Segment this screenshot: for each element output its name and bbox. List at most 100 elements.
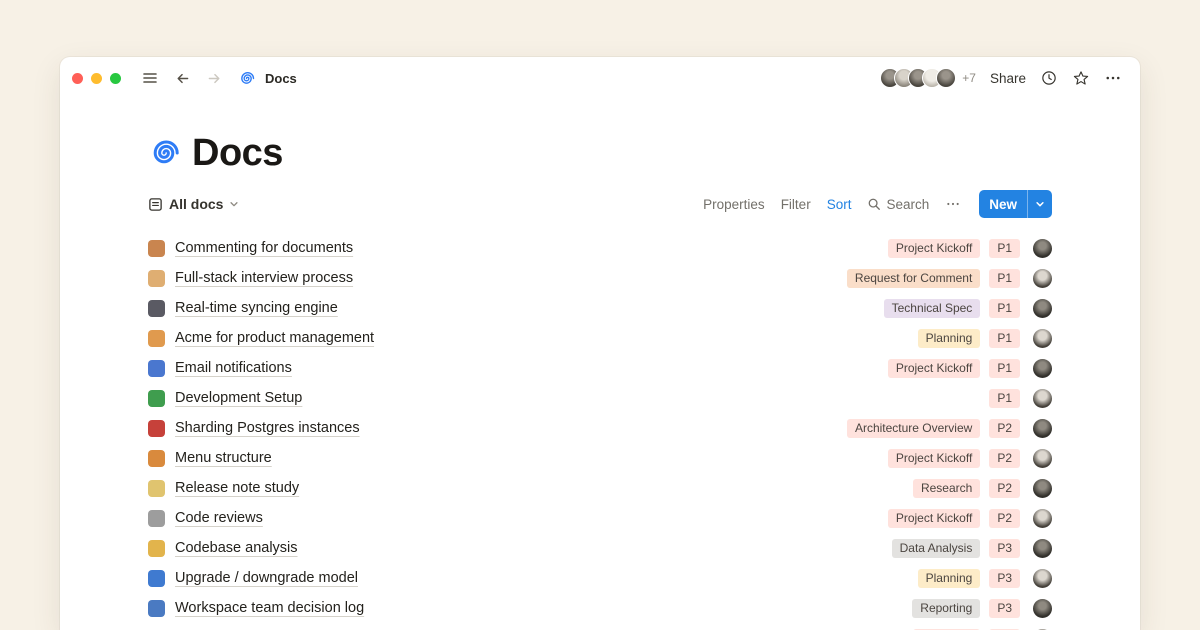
doc-row[interactable]: Release note study Research P2 bbox=[148, 473, 1052, 503]
doc-priority-pill: P3 bbox=[989, 599, 1020, 618]
double-bars-emoji bbox=[148, 510, 165, 527]
doc-priority-pill: P3 bbox=[989, 539, 1020, 558]
doc-row[interactable]: Real-time syncing engine Technical Spec … bbox=[148, 293, 1052, 323]
doc-title-link[interactable]: Real-time syncing engine bbox=[175, 300, 338, 316]
new-dropdown-chevron-icon[interactable] bbox=[1028, 199, 1052, 209]
ledger-book-emoji bbox=[148, 600, 165, 617]
doc-title-link[interactable]: Full-stack interview process bbox=[175, 270, 353, 286]
doc-owner-avatar bbox=[1033, 449, 1052, 468]
doc-title-link[interactable]: Development Setup bbox=[175, 390, 302, 406]
doc-tag-pill: Project Kickoff bbox=[888, 449, 980, 468]
sort-button[interactable]: Sort bbox=[827, 197, 852, 212]
doc-row[interactable]: Commenting for documents Project Kickoff… bbox=[148, 233, 1052, 263]
doc-owner-avatar bbox=[1033, 269, 1052, 288]
doc-priority-pill: P1 bbox=[989, 269, 1020, 288]
doc-title-link[interactable]: Release note study bbox=[175, 480, 299, 496]
app-window: Docs +7 Share bbox=[60, 57, 1140, 630]
doc-row[interactable]: Performance feedback Research P3 bbox=[148, 623, 1052, 630]
collaborator-avatar bbox=[936, 68, 956, 88]
doc-tag-pill: Planning bbox=[918, 329, 981, 348]
properties-button[interactable]: Properties bbox=[703, 197, 765, 212]
doc-priority-pill: P1 bbox=[989, 329, 1020, 348]
forward-icon[interactable] bbox=[205, 69, 223, 87]
view-switcher[interactable]: All docs bbox=[148, 196, 239, 212]
chevron-down-icon bbox=[229, 199, 239, 209]
doc-title-link[interactable]: Email notifications bbox=[175, 360, 292, 376]
spiral-page-icon bbox=[148, 137, 180, 169]
doc-tag-pill: Research bbox=[913, 479, 980, 498]
toolbar-more-icon[interactable] bbox=[945, 196, 961, 212]
doc-title-link[interactable]: Commenting for documents bbox=[175, 240, 353, 256]
doc-title-link[interactable]: Workspace team decision log bbox=[175, 600, 364, 616]
search-button[interactable]: Search bbox=[867, 197, 929, 212]
sidebar-menu-icon[interactable] bbox=[141, 69, 159, 87]
memo-emoji bbox=[148, 480, 165, 497]
updates-clock-icon[interactable] bbox=[1040, 69, 1058, 87]
doc-tag-pill: Project Kickoff bbox=[888, 509, 980, 528]
doc-title-link[interactable]: Menu structure bbox=[175, 450, 272, 466]
doc-priority-pill: P2 bbox=[989, 449, 1020, 468]
doc-tag-pill: Project Kickoff bbox=[888, 359, 980, 378]
more-options-icon[interactable] bbox=[1104, 69, 1122, 87]
filter-button[interactable]: Filter bbox=[781, 197, 811, 212]
doc-row[interactable]: Upgrade / downgrade model Planning P3 bbox=[148, 563, 1052, 593]
docs-list: Commenting for documents Project Kickoff… bbox=[148, 233, 1052, 630]
doc-row[interactable]: Acme for product management Planning P1 bbox=[148, 323, 1052, 353]
doc-tag-pill: Architecture Overview bbox=[847, 419, 980, 438]
doc-tag-pill: Reporting bbox=[912, 599, 980, 618]
construction-crane-emoji bbox=[148, 330, 165, 347]
mailbox-emoji bbox=[148, 360, 165, 377]
doc-row[interactable]: Codebase analysis Data Analysis P3 bbox=[148, 533, 1052, 563]
title-bar: Docs +7 Share bbox=[60, 57, 1140, 99]
doc-owner-avatar bbox=[1033, 359, 1052, 378]
doc-owner-avatar bbox=[1033, 479, 1052, 498]
close-window-button[interactable] bbox=[72, 73, 83, 84]
spiral-logo-icon bbox=[237, 69, 255, 87]
doc-row[interactable]: Email notifications Project Kickoff P1 bbox=[148, 353, 1052, 383]
new-button-label: New bbox=[979, 197, 1027, 212]
doc-title-link[interactable]: Code reviews bbox=[175, 510, 263, 526]
chopsticks-emoji bbox=[148, 450, 165, 467]
construction-worker-emoji bbox=[148, 540, 165, 557]
doc-row[interactable]: Workspace team decision log Reporting P3 bbox=[148, 593, 1052, 623]
doc-tag-pill: Technical Spec bbox=[884, 299, 981, 318]
doc-title-link[interactable]: Acme for product management bbox=[175, 330, 374, 346]
doc-row[interactable]: Full-stack interview process Request for… bbox=[148, 263, 1052, 293]
doc-owner-avatar bbox=[1033, 299, 1052, 318]
doc-row[interactable]: Development Setup P1 bbox=[148, 383, 1052, 413]
search-icon bbox=[867, 197, 881, 211]
doc-tag-pill: Planning bbox=[918, 569, 981, 588]
doc-title-link[interactable]: Sharding Postgres instances bbox=[175, 420, 360, 436]
back-icon[interactable] bbox=[173, 69, 191, 87]
page-header: Docs bbox=[148, 129, 1052, 177]
locomotive-emoji bbox=[148, 300, 165, 317]
favorite-star-icon[interactable] bbox=[1072, 69, 1090, 87]
collaborator-overflow-count[interactable]: +7 bbox=[962, 71, 976, 85]
doc-owner-avatar bbox=[1033, 329, 1052, 348]
minimize-window-button[interactable] bbox=[91, 73, 102, 84]
window-controls bbox=[72, 73, 121, 84]
view-toolbar: All docs Properties Filter Sort Search bbox=[148, 189, 1052, 219]
doc-owner-avatar bbox=[1033, 569, 1052, 588]
doc-priority-pill: P2 bbox=[989, 419, 1020, 438]
doc-row[interactable]: Sharding Postgres instances Architecture… bbox=[148, 413, 1052, 443]
doc-tag-pill: Request for Comment bbox=[847, 269, 980, 288]
doc-owner-avatar bbox=[1033, 509, 1052, 528]
train-car-emoji bbox=[148, 390, 165, 407]
doc-title-link[interactable]: Upgrade / downgrade model bbox=[175, 570, 358, 586]
doc-priority-pill: P3 bbox=[989, 569, 1020, 588]
monkey-face-emoji bbox=[148, 240, 165, 257]
doc-priority-pill: P2 bbox=[989, 479, 1020, 498]
doc-row[interactable]: Code reviews Project Kickoff P2 bbox=[148, 503, 1052, 533]
new-button[interactable]: New bbox=[979, 190, 1052, 218]
collaborator-avatars[interactable]: +7 bbox=[880, 68, 976, 88]
zoom-window-button[interactable] bbox=[110, 73, 121, 84]
handshake-emoji bbox=[148, 270, 165, 287]
doc-owner-avatar bbox=[1033, 419, 1052, 438]
doc-title-link[interactable]: Codebase analysis bbox=[175, 540, 298, 556]
share-button[interactable]: Share bbox=[990, 71, 1026, 86]
doc-priority-pill: P2 bbox=[989, 509, 1020, 528]
doc-tag-pill: Data Analysis bbox=[892, 539, 981, 558]
doc-row[interactable]: Menu structure Project Kickoff P2 bbox=[148, 443, 1052, 473]
doc-owner-avatar bbox=[1033, 239, 1052, 258]
